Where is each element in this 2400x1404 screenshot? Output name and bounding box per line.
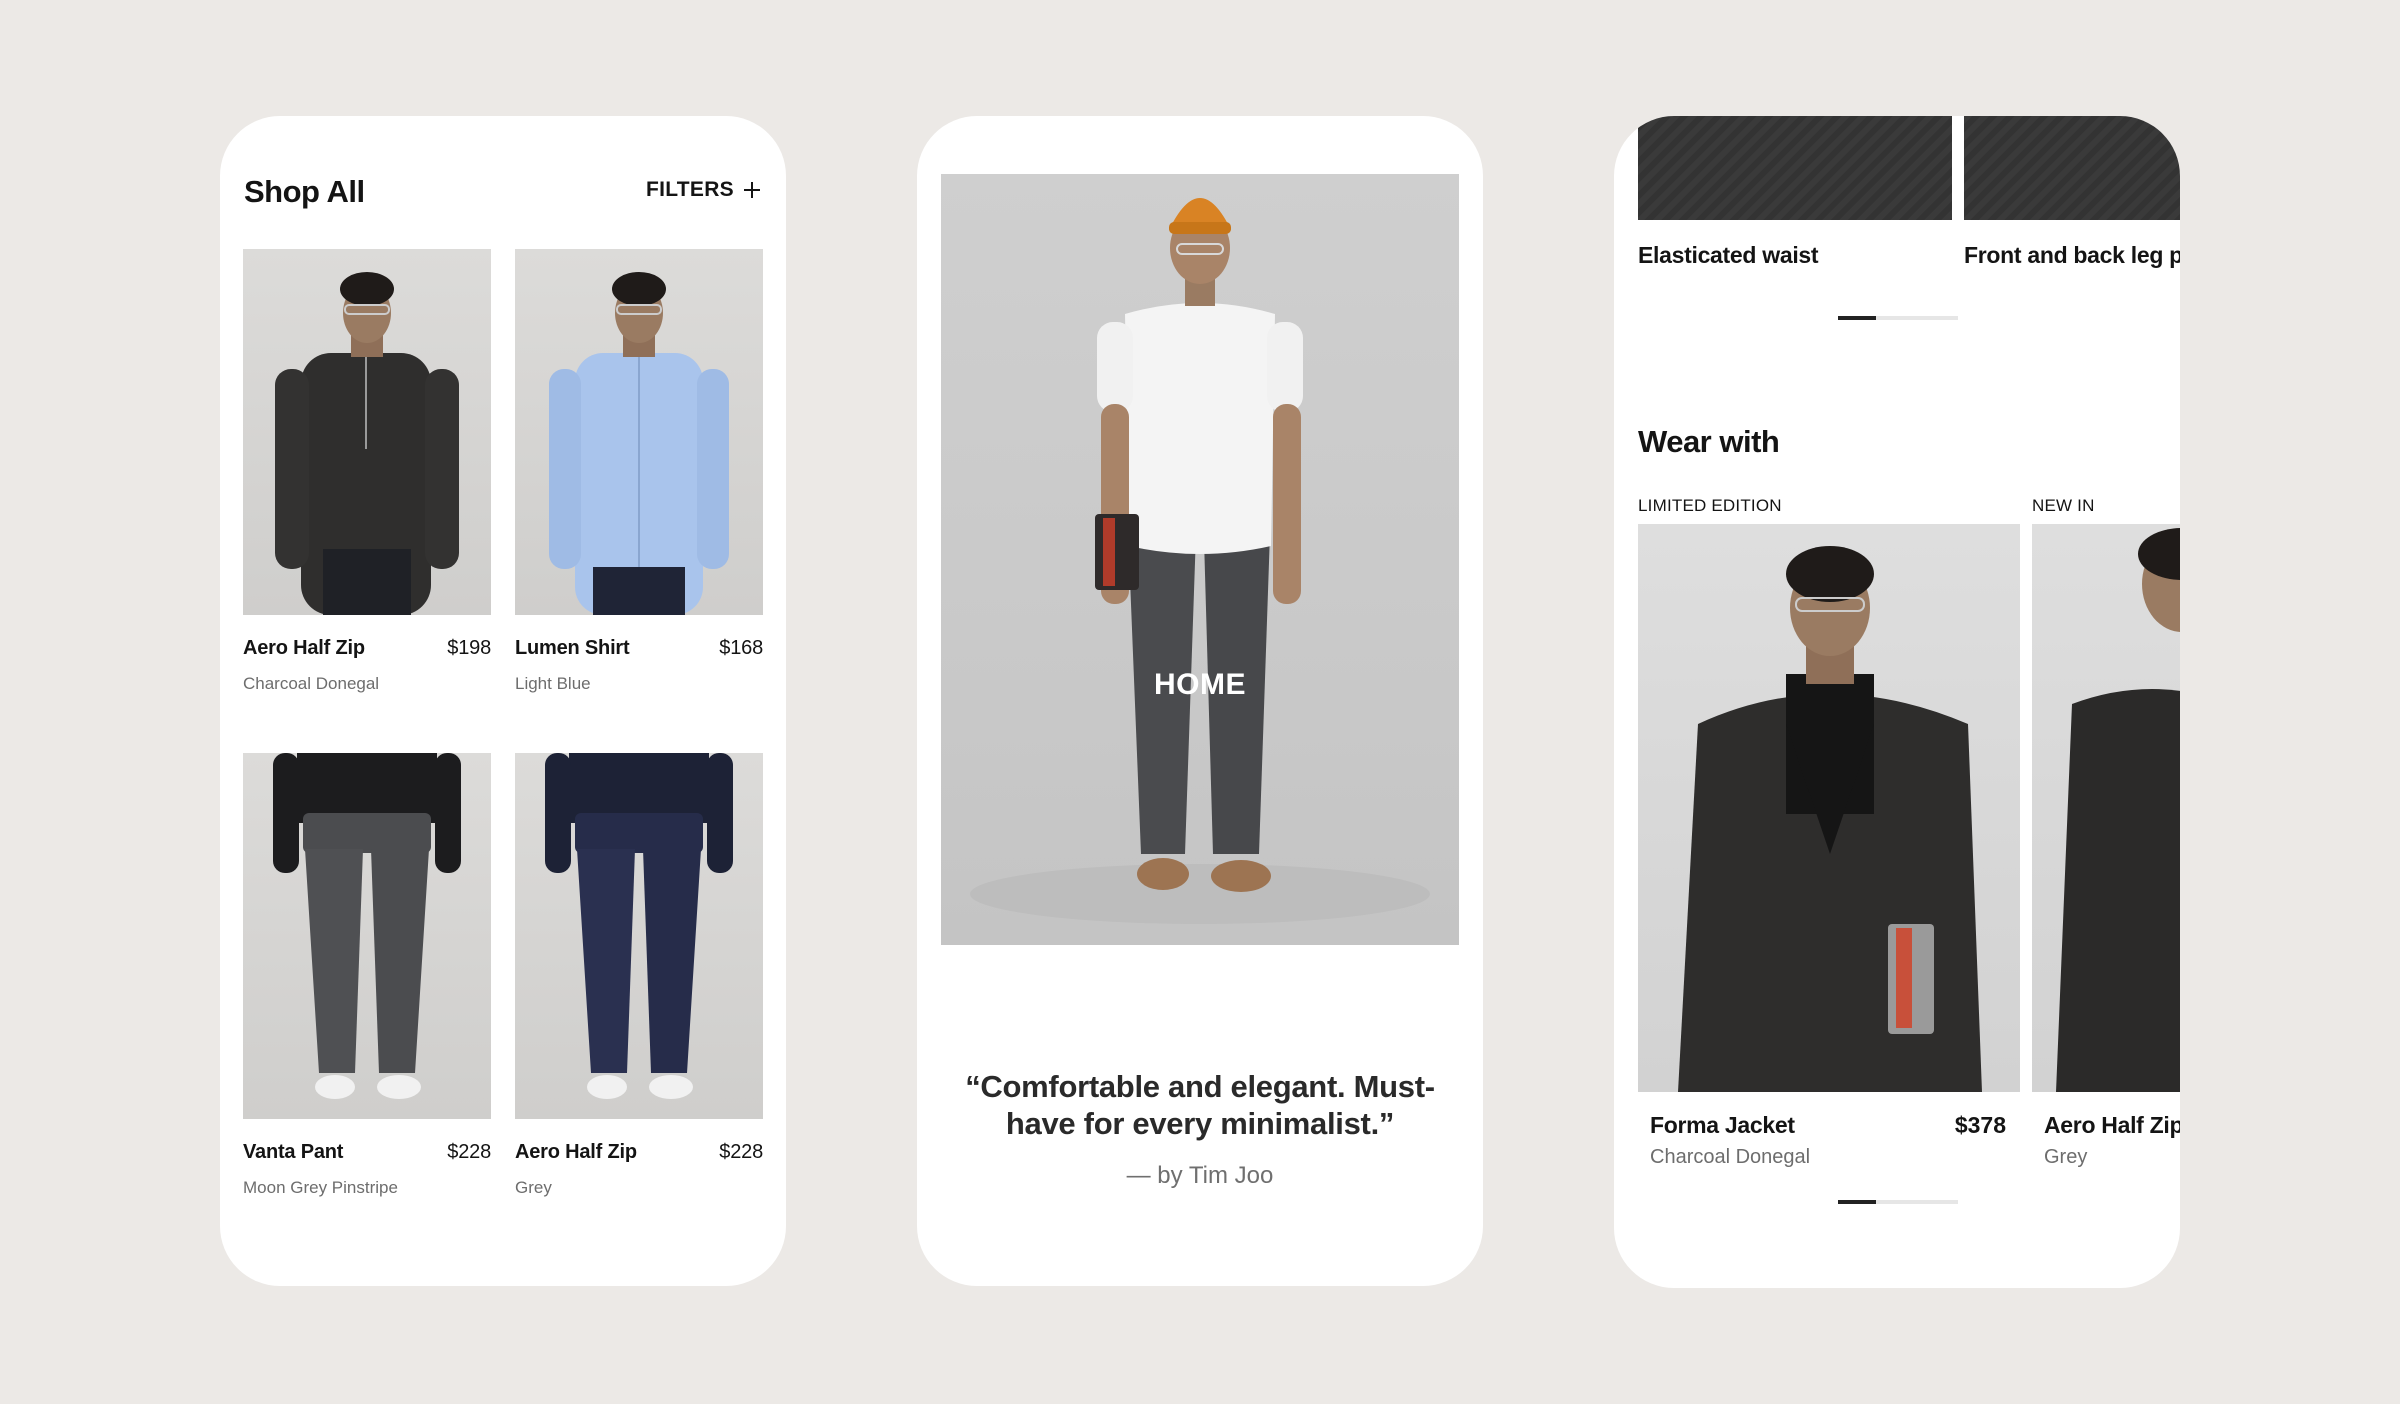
product-price: $168: [719, 637, 763, 659]
product-price: $228: [719, 1141, 763, 1163]
product-name: Aero Half Zip: [2044, 1112, 2180, 1138]
testimonial-quote: “Comfortable and elegant. Must-have for …: [965, 1069, 1435, 1141]
product-image[interactable]: [1638, 524, 2020, 1092]
filters-label: FILTERS: [645, 178, 734, 201]
product-name: Aero Half Zip: [243, 637, 365, 659]
carousel-pager[interactable]: [1838, 316, 1958, 320]
feature-image[interactable]: [1638, 116, 1952, 220]
product-color: Charcoal Donegal: [243, 674, 380, 693]
feature-label: Elasticated waist: [1638, 242, 1819, 268]
pager-active-indicator: [1838, 1200, 1876, 1204]
product-image[interactable]: [2032, 524, 2180, 1092]
product-card[interactable]: Aero Half Zip $228 Grey: [515, 753, 763, 1198]
hero-image: [970, 198, 1430, 924]
feature-image[interactable]: [1964, 116, 2180, 220]
home-screen: HOME “Comfortable and elegant. Must-have…: [917, 116, 1483, 1286]
product-color: Grey: [2044, 1146, 2088, 1168]
product-image: [515, 753, 763, 1119]
product-image: [243, 753, 491, 1119]
hero-label: HOME: [1154, 668, 1246, 701]
testimonial-author: — by Tim Joo: [1126, 1162, 1274, 1189]
section-title: Wear with: [1638, 424, 1780, 459]
product-image: [515, 249, 763, 615]
product-price: $378: [1954, 1112, 2006, 1138]
product-color: Charcoal Donegal: [1650, 1146, 1811, 1168]
product-detail-screen: Elasticated waist Front and back leg pi …: [1614, 116, 2180, 1288]
product-image: [243, 249, 491, 615]
hero-banner[interactable]: HOME: [941, 174, 1459, 945]
product-name: Vanta Pant: [243, 1141, 344, 1163]
product-color: Grey: [515, 1178, 552, 1197]
product-card[interactable]: Vanta Pant $228 Moon Grey Pinstripe: [243, 753, 491, 1198]
shop-all-screen: Shop All FILTERS Aero Half Zip $198 Char…: [220, 116, 786, 1286]
product-card[interactable]: Aero Half Zip $198 Charcoal Donegal: [243, 249, 491, 694]
filters-button[interactable]: FILTERS: [646, 178, 760, 202]
product-card[interactable]: Lumen Shirt $168 Light Blue: [515, 249, 763, 694]
page-title: Shop All: [244, 174, 365, 209]
product-name: Aero Half Zip: [515, 1141, 637, 1163]
product-name: Forma Jacket: [1650, 1112, 1795, 1138]
product-color: Light Blue: [515, 674, 591, 693]
product-price: $198: [447, 637, 491, 659]
pager-active-indicator: [1838, 316, 1876, 320]
product-price: $228: [447, 1141, 491, 1163]
carousel-pager[interactable]: [1838, 1200, 1958, 1204]
product-badge: LIMITED EDITION: [1638, 496, 1782, 515]
product-name: Lumen Shirt: [515, 637, 630, 659]
feature-label: Front and back leg pi: [1964, 242, 2180, 268]
product-color: Moon Grey Pinstripe: [243, 1178, 398, 1197]
plus-icon: [744, 182, 760, 198]
product-badge: NEW IN: [2032, 496, 2095, 515]
